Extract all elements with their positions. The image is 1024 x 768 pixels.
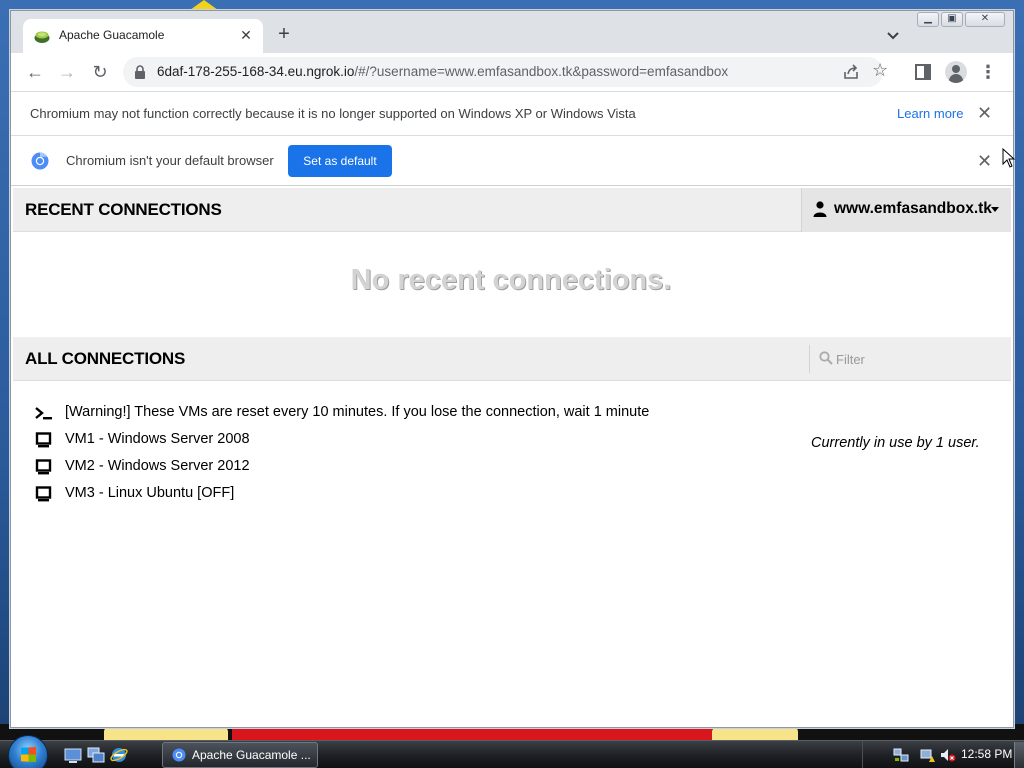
learn-more-link[interactable]: Learn more xyxy=(897,106,963,121)
recent-connections-header: RECENT CONNECTIONS www.emfasandbox.tk xyxy=(13,188,1011,232)
taskbar: Apache Guacamole ... 12:58 PM xyxy=(0,735,1024,768)
search-icon xyxy=(819,351,833,365)
guacamole-favicon-icon xyxy=(34,31,50,43)
tab-search-icon[interactable] xyxy=(884,27,902,45)
user-menu[interactable]: www.emfasandbox.tk xyxy=(801,188,1011,232)
username-label: www.emfasandbox.tk xyxy=(834,200,992,217)
bookmark-star-icon[interactable]: ☆ xyxy=(872,60,888,81)
recent-connections-title: RECENT CONNECTIONS xyxy=(25,200,222,219)
infobar-close-icon[interactable]: ✕ xyxy=(977,152,992,170)
chromium-icon xyxy=(172,748,186,762)
back-icon[interactable]: ← xyxy=(24,61,46,83)
reload-icon[interactable]: ↻ xyxy=(89,61,111,83)
clock[interactable]: 12:58 PM xyxy=(961,747,1012,761)
tab-title: Apache Guacamole xyxy=(59,28,165,42)
new-tab-button[interactable]: + xyxy=(273,24,295,46)
window-close-button[interactable]: ✕ xyxy=(965,12,1005,27)
monitor-icon xyxy=(35,459,52,475)
all-connections-title: ALL CONNECTIONS xyxy=(25,349,186,368)
all-connections-header: ALL CONNECTIONS xyxy=(13,337,1011,381)
url-text: 6daf-178-255-168-34.eu.ngrok.io/#/?usern… xyxy=(157,64,729,79)
side-panel-icon[interactable] xyxy=(915,64,931,80)
browser-window: Apache Guacamole ✕ + ▁ ▣ ✕ ← → ↻ 6daf-17… xyxy=(10,10,1014,728)
forward-icon[interactable]: → xyxy=(56,61,78,83)
connection-name: VM3 - Linux Ubuntu [OFF] xyxy=(65,485,235,501)
internet-explorer-icon[interactable] xyxy=(110,746,128,764)
infobar-close-icon[interactable]: ✕ xyxy=(977,104,992,122)
default-browser-infobar: Chromium isn't your default browser Set … xyxy=(11,135,1013,185)
unsupported-os-infobar: Chromium may not function correctly beca… xyxy=(11,91,1013,135)
connection-list: [Warning!] These VMs are reset every 10 … xyxy=(35,401,795,509)
taskbar-button-label: Apache Guacamole ... xyxy=(192,748,311,762)
minimize-button[interactable]: ▁ xyxy=(917,12,939,27)
connection-item-vm2[interactable]: VM2 - Windows Server 2012 xyxy=(35,455,795,482)
desktop-decoration xyxy=(190,0,218,10)
infobar-message: Chromium may not function correctly beca… xyxy=(30,106,636,121)
connection-usage-note: Currently in use by 1 user. xyxy=(811,435,980,451)
network-icon[interactable] xyxy=(893,747,909,763)
monitor-icon xyxy=(35,432,52,448)
monitor-icon xyxy=(35,486,52,502)
system-tray: 12:58 PM xyxy=(862,741,1024,768)
browser-menu-icon[interactable]: ⋮ xyxy=(979,61,997,83)
terminal-icon xyxy=(35,407,52,420)
chevron-down-icon xyxy=(991,207,999,212)
connection-item-warning[interactable]: [Warning!] These VMs are reset every 10 … xyxy=(35,401,795,428)
connection-item-vm3[interactable]: VM3 - Linux Ubuntu [OFF] xyxy=(35,482,795,509)
connection-name: VM1 - Windows Server 2008 xyxy=(65,431,250,447)
network-warning-icon[interactable] xyxy=(920,747,936,763)
user-icon xyxy=(813,201,827,217)
filter-box xyxy=(809,345,1009,373)
start-button[interactable] xyxy=(8,735,48,768)
profile-avatar-icon[interactable] xyxy=(945,61,967,83)
switch-windows-icon[interactable] xyxy=(87,746,105,764)
guacamole-home: RECENT CONNECTIONS www.emfasandbox.tk No… xyxy=(11,185,1013,727)
tab-strip: Apache Guacamole ✕ + ▁ ▣ ✕ xyxy=(11,11,1013,53)
show-desktop-button[interactable] xyxy=(1014,742,1024,768)
infobar-message: Chromium isn't your default browser xyxy=(66,153,274,168)
taskbar-button-guacamole[interactable]: Apache Guacamole ... xyxy=(162,742,318,768)
connection-name: VM2 - Windows Server 2012 xyxy=(65,458,250,474)
volume-muted-icon[interactable] xyxy=(940,747,956,763)
set-as-default-button[interactable]: Set as default xyxy=(288,145,392,177)
share-icon[interactable] xyxy=(842,63,860,81)
filter-input[interactable] xyxy=(836,348,996,370)
window-controls: ▁ ▣ ✕ xyxy=(917,12,1007,28)
tab-close-icon[interactable]: ✕ xyxy=(237,26,255,44)
connection-item-vm1[interactable]: VM1 - Windows Server 2008 xyxy=(35,428,795,455)
tab-guacamole[interactable]: Apache Guacamole ✕ xyxy=(23,19,263,53)
maximize-button[interactable]: ▣ xyxy=(941,12,963,27)
mouse-cursor-icon xyxy=(1002,148,1016,168)
chromium-icon xyxy=(31,152,49,170)
connection-name: [Warning!] These VMs are reset every 10 … xyxy=(65,404,650,420)
lock-icon[interactable] xyxy=(134,65,146,79)
address-bar[interactable]: 6daf-178-255-168-34.eu.ngrok.io/#/?usern… xyxy=(123,57,888,87)
show-desktop-icon[interactable] xyxy=(64,746,82,764)
no-recent-connections-text: No recent connections. xyxy=(350,264,672,296)
browser-toolbar: ← → ↻ 6daf-178-255-168-34.eu.ngrok.io/#/… xyxy=(11,53,1013,91)
